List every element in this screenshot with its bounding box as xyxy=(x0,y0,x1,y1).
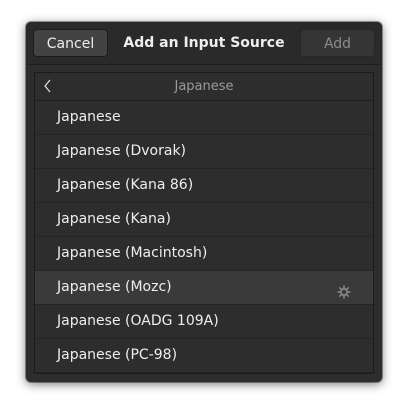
add-button[interactable]: Add xyxy=(300,29,375,57)
dialog-title: Add an Input Source xyxy=(123,35,285,51)
list-rows: Japanese Japanese (Dvorak) Japanese (Kan… xyxy=(35,101,373,373)
add-input-source-dialog: Cancel Add an Input Source Add Japanese … xyxy=(26,22,382,382)
list-item[interactable]: Japanese (Macintosh) xyxy=(35,237,373,271)
list-header: Japanese xyxy=(35,73,373,101)
list-item[interactable]: Japanese xyxy=(35,101,373,135)
dialog-headerbar: Cancel Add an Input Source Add xyxy=(26,22,382,65)
list-item[interactable]: Japanese (Kana 86) xyxy=(35,169,373,203)
cancel-button[interactable]: Cancel xyxy=(33,29,108,57)
input-source-list: Japanese Japanese Japanese (Dvorak) Japa… xyxy=(34,72,374,374)
gear-icon[interactable] xyxy=(336,280,352,299)
list-item-label: Japanese (Mozc) xyxy=(57,279,172,295)
list-item[interactable]: Japanese (PC-98) xyxy=(35,339,373,373)
list-item[interactable]: Japanese (Dvorak) xyxy=(35,135,373,169)
list-header-title: Japanese xyxy=(174,79,234,94)
list-item[interactable]: Japanese (OADG 109A) xyxy=(35,305,373,339)
list-item-selected[interactable]: Japanese (Mozc) xyxy=(35,271,373,305)
list-item[interactable]: Japanese (Kana) xyxy=(35,203,373,237)
